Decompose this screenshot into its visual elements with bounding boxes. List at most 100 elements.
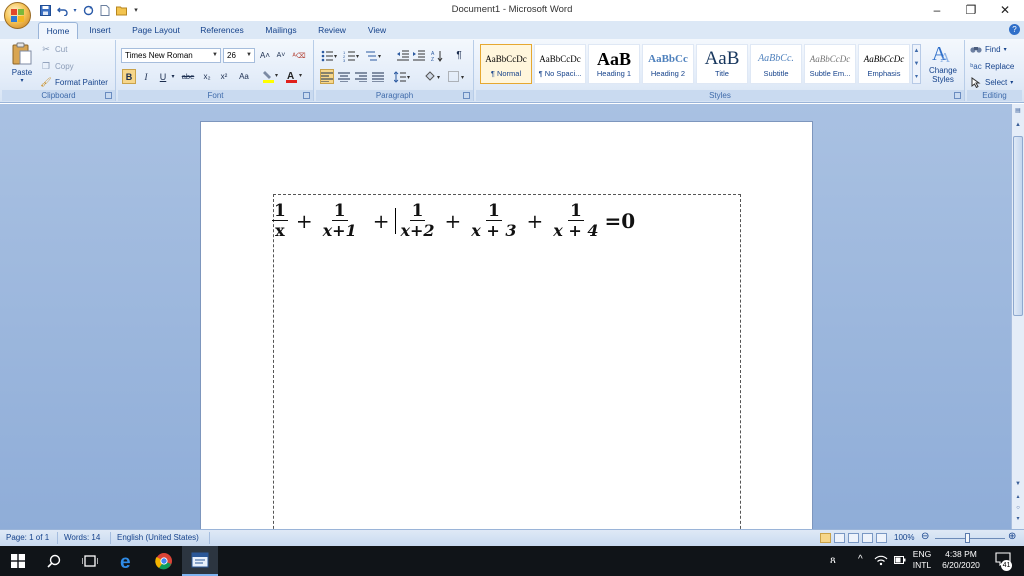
style-heading-1[interactable]: AaB Heading 1 xyxy=(588,44,640,84)
numbering-button[interactable]: 1 2 3 ▾ xyxy=(342,48,362,63)
grow-font-button[interactable]: A˄ xyxy=(258,48,272,63)
full-screen-reading-view-icon[interactable] xyxy=(834,533,845,543)
tab-mailings[interactable]: Mailings xyxy=(258,22,304,39)
change-case-button[interactable]: Aa xyxy=(235,69,253,84)
shading-button[interactable]: ▾ xyxy=(422,69,444,84)
increase-indent-button[interactable] xyxy=(412,48,426,63)
draft-view-icon[interactable] xyxy=(876,533,887,543)
underline-button[interactable]: U xyxy=(156,69,170,84)
zoom-out-icon[interactable]: ⊖ xyxy=(921,531,929,542)
clear-formatting-button[interactable]: ᴬ⌫ xyxy=(292,48,306,63)
wifi-icon[interactable] xyxy=(874,554,888,568)
clock[interactable]: 4:38 PM 6/20/2020 xyxy=(938,549,984,571)
document-page[interactable]: 1 x + 1 x+1 + 1 x+2 + 1 x + 3 + 1 x + 4 … xyxy=(200,121,813,529)
chevron-up-icon[interactable]: ^ xyxy=(858,554,863,565)
search-icon[interactable] xyxy=(36,546,72,576)
font-family-value: Times New Roman xyxy=(125,51,193,60)
zoom-level[interactable]: 100% xyxy=(894,533,914,542)
style-heading-2[interactable]: AaBbCc Heading 2 xyxy=(642,44,694,84)
borders-button[interactable]: ▾ xyxy=(446,69,468,84)
align-left-button[interactable] xyxy=(320,69,334,84)
superscript-button[interactable]: x² xyxy=(217,69,231,84)
tab-insert[interactable]: Insert xyxy=(82,22,118,39)
styles-gallery-scroll[interactable]: ▲ ▼ ▾ xyxy=(912,44,921,84)
minimize-button[interactable]: – xyxy=(920,0,954,20)
restore-button[interactable]: ❐ xyxy=(954,0,988,20)
scroll-thumb[interactable] xyxy=(1013,136,1023,316)
help-icon[interactable]: ? xyxy=(1009,24,1020,35)
show-formatting-button[interactable]: ¶ xyxy=(452,48,466,63)
style-normal[interactable]: AaBbCcDc ¶ Normal xyxy=(480,44,532,84)
multilevel-list-button[interactable]: ▾ xyxy=(364,48,384,63)
highlight-button[interactable]: ▾ xyxy=(260,69,282,84)
tab-page-layout[interactable]: Page Layout xyxy=(126,22,186,39)
ruler-toggle-icon[interactable]: ▤ xyxy=(1013,106,1023,116)
style-no-spacing[interactable]: AaBbCcDc ¶ No Spaci... xyxy=(534,44,586,84)
copy-button[interactable]: ❐ Copy xyxy=(40,59,74,73)
cut-button[interactable]: ✂ Cut xyxy=(40,42,67,56)
scroll-up-icon[interactable]: ▲ xyxy=(1013,120,1023,130)
paste-dropdown-icon: ▾ xyxy=(20,78,24,84)
tab-view[interactable]: View xyxy=(360,22,394,39)
zoom-in-icon[interactable]: ⊕ xyxy=(1008,531,1016,542)
battery-icon[interactable] xyxy=(894,555,906,567)
sort-button[interactable]: AZ xyxy=(430,48,444,63)
clipboard-launcher-icon[interactable] xyxy=(105,92,112,99)
bold-button[interactable]: B xyxy=(122,69,136,84)
format-painter-button[interactable]: 🖌 Format Painter xyxy=(40,75,108,89)
justify-button[interactable] xyxy=(371,69,385,84)
people-icon[interactable]: ጸ xyxy=(830,555,836,566)
zoom-slider-thumb[interactable] xyxy=(965,533,970,543)
word-count[interactable]: Words: 14 xyxy=(64,533,100,542)
style-emphasis[interactable]: AaBbCcDc Emphasis xyxy=(858,44,910,84)
font-color-button[interactable]: A ▾ xyxy=(284,69,306,84)
style-title[interactable]: AaB Title xyxy=(696,44,748,84)
tab-home[interactable]: Home xyxy=(38,22,78,39)
select-browse-object-icon[interactable]: ○ xyxy=(1013,503,1023,513)
input-language-indicator[interactable]: ENG INTL xyxy=(908,549,936,571)
subscript-button[interactable]: x₂ xyxy=(200,69,214,84)
word-taskbar-icon[interactable] xyxy=(182,546,218,576)
tab-references[interactable]: References xyxy=(194,22,250,39)
office-button[interactable] xyxy=(4,2,31,29)
font-launcher-icon[interactable] xyxy=(303,92,310,99)
chrome-browser-icon[interactable] xyxy=(146,546,182,576)
action-center-icon[interactable]: 41 xyxy=(992,552,1014,571)
paste-button[interactable]: Paste ▾ xyxy=(8,42,36,84)
decrease-indent-button[interactable] xyxy=(396,48,410,63)
align-right-button[interactable] xyxy=(354,69,368,84)
zoom-slider[interactable] xyxy=(935,538,1005,539)
style-subtle-emphasis[interactable]: AaBbCcDc Subtle Em... xyxy=(804,44,856,84)
paragraph-launcher-icon[interactable] xyxy=(463,92,470,99)
scroll-down-icon[interactable]: ▼ xyxy=(1013,479,1023,489)
language-indicator[interactable]: English (United States) xyxy=(117,533,199,542)
style-subtitle[interactable]: AaBbCc. Subtitle xyxy=(750,44,802,84)
styles-launcher-icon[interactable] xyxy=(954,92,961,99)
strikethrough-button[interactable]: abe xyxy=(179,69,197,84)
select-button[interactable]: Select ▾ xyxy=(970,75,1013,89)
previous-page-icon[interactable]: ▴ xyxy=(1013,492,1023,502)
print-layout-view-icon[interactable] xyxy=(820,533,831,543)
web-layout-view-icon[interactable] xyxy=(848,533,859,543)
windows-start-icon[interactable] xyxy=(0,546,36,576)
align-center-button[interactable] xyxy=(337,69,351,84)
edge-browser-icon[interactable]: e xyxy=(110,546,146,576)
tab-review[interactable]: Review xyxy=(312,22,352,39)
page-count[interactable]: Page: 1 of 1 xyxy=(6,533,49,542)
replace-button[interactable]: ᵇac Replace xyxy=(970,59,1014,73)
close-button[interactable]: ✕ xyxy=(988,0,1022,20)
underline-dropdown-icon[interactable]: ▾ xyxy=(169,69,177,84)
vertical-scrollbar[interactable]: ▤ ▲ ▼ ▴ ○ ▾ xyxy=(1011,104,1024,529)
change-styles-button[interactable]: AA Change Styles xyxy=(924,42,962,84)
font-size-select[interactable]: 26 ▼ xyxy=(223,48,255,63)
font-family-select[interactable]: Times New Roman ▼ xyxy=(121,48,221,63)
bullets-button[interactable]: ▾ xyxy=(320,48,340,63)
equation-box[interactable]: 1 x + 1 x+1 + 1 x+2 + 1 x + 3 + 1 x + 4 … xyxy=(272,194,741,529)
italic-button[interactable]: I xyxy=(139,69,153,84)
next-page-icon[interactable]: ▾ xyxy=(1013,514,1023,524)
find-button[interactable]: Find ▾ xyxy=(970,42,1007,56)
line-spacing-button[interactable]: ▾ xyxy=(392,69,414,84)
task-view-icon[interactable] xyxy=(72,546,108,576)
shrink-font-button[interactable]: A˅ xyxy=(274,48,288,63)
outline-view-icon[interactable] xyxy=(862,533,873,543)
